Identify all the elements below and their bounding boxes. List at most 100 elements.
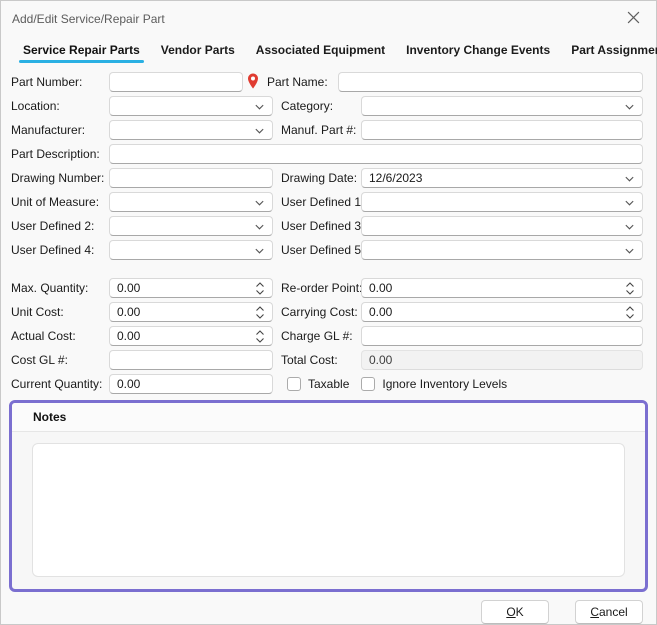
part-name-input[interactable] [338,72,643,92]
row-unitcost-carrying: Unit Cost: 0.00 Carrying Cost: 0.00 [11,302,643,322]
tab-associated-equipment[interactable]: Associated Equipment [254,41,387,65]
tab-bar: Service Repair Parts Vendor Parts Associ… [1,31,656,65]
location-label: Location: [11,99,109,113]
row-part-description: Part Description: [11,144,643,164]
drawing-date-label: Drawing Date: [273,171,361,185]
current-quantity-input[interactable] [109,374,273,394]
spinner-updown-icon [255,281,265,296]
ok-button[interactable]: OK [481,600,549,624]
location-pin-icon [247,73,259,92]
user-defined-3-label: User Defined 3: [273,219,361,233]
user-defined-2-select[interactable] [109,216,273,236]
chevron-down-icon [624,173,635,184]
reorder-point-stepper[interactable]: 0.00 [361,278,643,298]
manuf-part-input[interactable] [361,120,643,140]
chevron-down-icon [624,245,635,256]
actual-cost-stepper[interactable]: 0.00 [109,326,273,346]
row-costgl-totalcost: Cost GL #: Total Cost: 0.00 [11,350,643,370]
user-defined-3-select[interactable] [361,216,643,236]
unit-of-measure-select[interactable] [109,192,273,212]
max-quantity-label: Max. Quantity: [11,281,109,295]
taxable-checkbox[interactable] [287,377,301,391]
close-button[interactable] [622,9,644,29]
category-label: Category: [273,99,361,113]
row-ud2-ud3: User Defined 2: User Defined 3: [11,216,643,236]
tab-service-repair-parts[interactable]: Service Repair Parts [21,41,142,65]
spinner-updown-icon [255,305,265,320]
chevron-down-icon [624,197,635,208]
location-pin-button[interactable] [243,73,263,92]
max-quantity-stepper[interactable]: 0.00 [109,278,273,298]
part-description-label: Part Description: [11,147,109,161]
manuf-part-label: Manuf. Part #: [273,123,361,137]
unit-of-measure-label: Unit of Measure: [11,195,109,209]
actual-cost-label: Actual Cost: [11,329,109,343]
unit-cost-label: Unit Cost: [11,305,109,319]
user-defined-1-select[interactable] [361,192,643,212]
section-gap [11,264,643,278]
drawing-date-select[interactable]: 12/6/2023 [361,168,643,188]
chevron-down-icon [254,221,265,232]
user-defined-2-label: User Defined 2: [11,219,109,233]
unit-cost-stepper[interactable]: 0.00 [109,302,273,322]
row-uom-ud1: Unit of Measure: User Defined 1: [11,192,643,212]
cancel-button[interactable]: Cancel [575,600,643,624]
user-defined-5-label: User Defined 5: [273,243,361,257]
spinner-updown-icon [625,281,635,296]
close-icon [627,11,640,27]
notes-group: Notes [9,400,648,592]
carrying-cost-label: Carrying Cost: [273,305,361,319]
row-maxqty-reorder: Max. Quantity: 0.00 Re-order Point: 0.00 [11,278,643,298]
user-defined-5-select[interactable] [361,240,643,260]
part-name-label: Part Name: [263,75,338,89]
category-select[interactable] [361,96,643,116]
chevron-down-icon [254,101,265,112]
notes-textarea[interactable] [32,443,625,577]
user-defined-4-select[interactable] [109,240,273,260]
carrying-cost-stepper[interactable]: 0.00 [361,302,643,322]
ignore-inventory-checkbox[interactable] [361,377,375,391]
form-area: Part Number: Part Name: Location: Catego… [1,65,656,398]
total-cost-label: Total Cost: [273,353,361,367]
notes-body [12,432,645,589]
chevron-down-icon [624,221,635,232]
row-actualcost-chargegl: Actual Cost: 0.00 Charge GL #: [11,326,643,346]
cost-gl-label: Cost GL #: [11,353,109,367]
row-ud4-ud5: User Defined 4: User Defined 5: [11,240,643,260]
spinner-updown-icon [255,329,265,344]
dialog-title: Add/Edit Service/Repair Part [12,12,165,26]
manufacturer-select[interactable] [109,120,273,140]
tab-vendor-parts[interactable]: Vendor Parts [159,41,237,65]
total-cost-field: 0.00 [361,350,643,370]
chevron-down-icon [254,245,265,256]
drawing-number-input[interactable] [109,168,273,188]
chevron-down-icon [624,101,635,112]
part-number-label: Part Number: [11,75,109,89]
titlebar: Add/Edit Service/Repair Part [1,1,656,31]
taxable-label: Taxable [308,377,349,391]
spinner-updown-icon [625,305,635,320]
row-part-number-name: Part Number: Part Name: [11,72,643,92]
part-number-input[interactable] [109,72,243,92]
chevron-down-icon [254,197,265,208]
chevron-down-icon [254,125,265,136]
user-defined-4-label: User Defined 4: [11,243,109,257]
ignore-inventory-label: Ignore Inventory Levels [382,377,507,391]
reorder-point-label: Re-order Point: [273,281,361,295]
notes-title: Notes [12,403,645,432]
charge-gl-input[interactable] [361,326,643,346]
user-defined-1-label: User Defined 1: [273,195,361,209]
tab-inventory-change-events[interactable]: Inventory Change Events [404,41,552,65]
cost-gl-input[interactable] [109,350,273,370]
footer: OK Cancel [1,592,656,624]
drawing-number-label: Drawing Number: [11,171,109,185]
charge-gl-label: Charge GL #: [273,329,361,343]
row-location-category: Location: Category: [11,96,643,116]
manufacturer-label: Manufacturer: [11,123,109,137]
row-manufacturer-manufpart: Manufacturer: Manuf. Part #: [11,120,643,140]
tab-part-assignments[interactable]: Part Assignments [569,41,657,65]
add-edit-part-dialog: Add/Edit Service/Repair Part Service Rep… [0,0,657,625]
current-quantity-label: Current Quantity: [11,377,109,391]
part-description-input[interactable] [109,144,643,164]
location-select[interactable] [109,96,273,116]
